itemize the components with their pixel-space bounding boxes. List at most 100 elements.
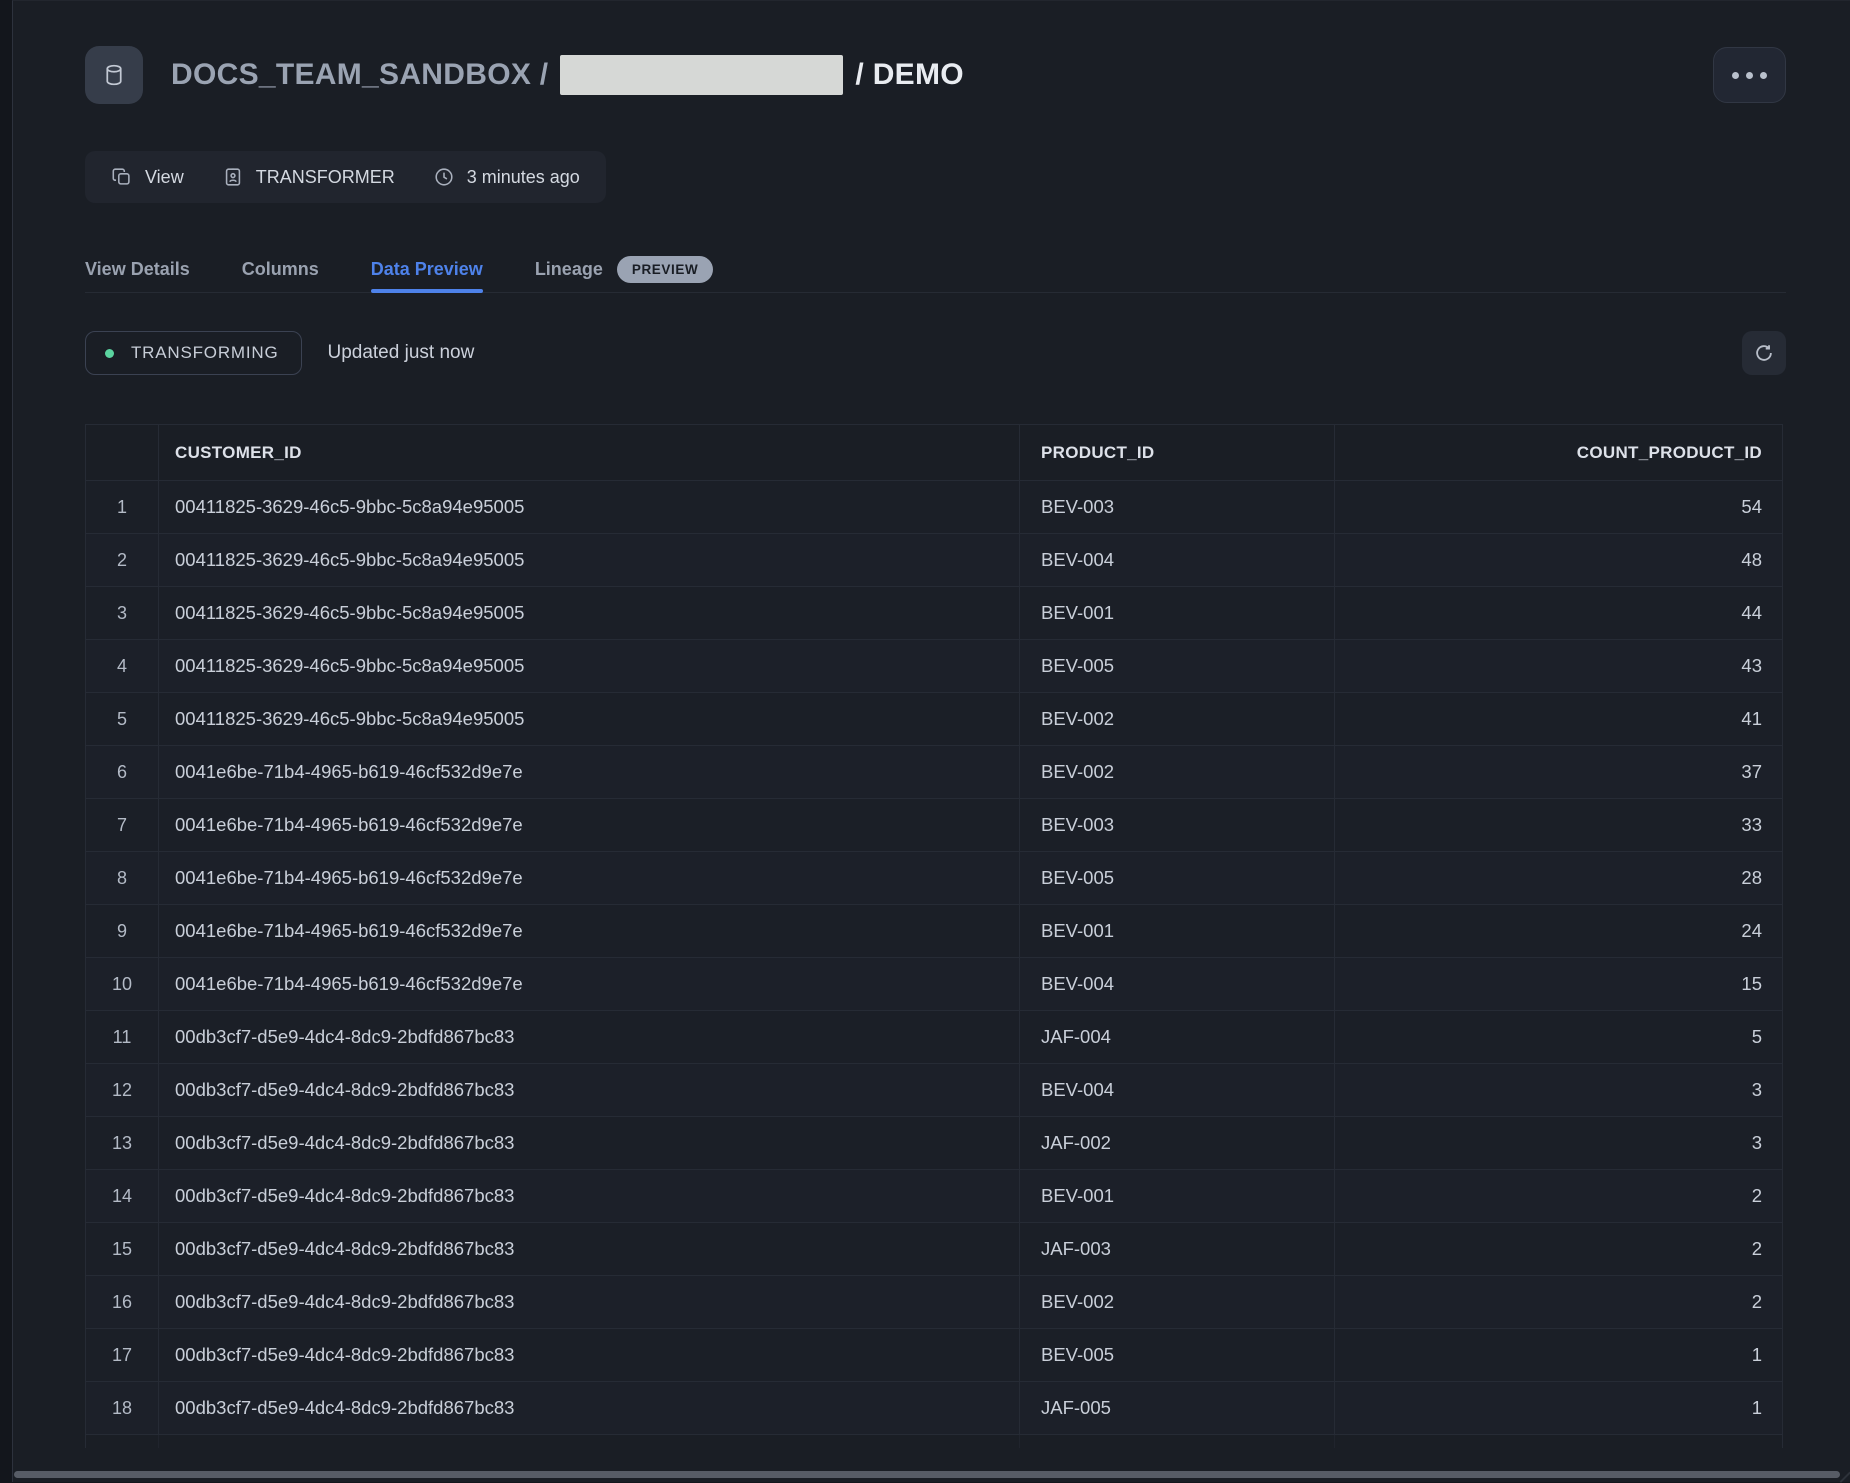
tab-view-details[interactable]: View Details	[85, 247, 190, 292]
horizontal-scrollbar[interactable]	[14, 1471, 1840, 1478]
cell-customer-id: 00411825-3629-46c5-9bbc-5c8a94e95005	[159, 693, 1020, 746]
clock-icon	[433, 166, 455, 188]
cell-customer-id: 00db3cf7-d5e9-4dc4-8dc9-2bdfd867bc83	[159, 1435, 1020, 1448]
table-row: 5 00411825-3629-46c5-9bbc-5c8a94e95005 B…	[86, 693, 1782, 746]
updated-timestamp: Updated just now	[327, 342, 474, 364]
table-row: 12 00db3cf7-d5e9-4dc4-8dc9-2bdfd867bc83 …	[86, 1064, 1782, 1117]
redacted-schema-name	[560, 55, 843, 95]
more-actions-button[interactable]	[1713, 47, 1786, 103]
cell-product-id: BEV-001	[1020, 1170, 1335, 1223]
tab-data-preview[interactable]: Data Preview	[371, 247, 483, 292]
row-number: 3	[86, 587, 159, 640]
row-number: 18	[86, 1382, 159, 1435]
table-row: 10 0041e6be-71b4-4965-b619-46cf532d9e7e …	[86, 958, 1782, 1011]
column-header-count-product-id[interactable]: COUNT_PRODUCT_ID	[1335, 425, 1782, 481]
table-row: 2 00411825-3629-46c5-9bbc-5c8a94e95005 B…	[86, 534, 1782, 587]
table-header-row: CUSTOMER_ID PRODUCT_ID COUNT_PRODUCT_ID	[86, 425, 1782, 481]
cell-count: 41	[1335, 693, 1782, 746]
cell-product-id: BEV-002	[1020, 693, 1335, 746]
object-meta-bar: View TRANSFORMER 3 minutes ago	[85, 151, 606, 203]
cell-product-id: BEV-004	[1020, 534, 1335, 587]
cell-count: 54	[1335, 481, 1782, 534]
tab-label: Lineage	[535, 259, 603, 280]
row-number: 5	[86, 693, 159, 746]
kebab-dot	[1732, 72, 1739, 79]
detail-tabs: View Details Columns Data Preview Lineag…	[85, 247, 1786, 293]
tab-lineage[interactable]: Lineage PREVIEW	[535, 247, 714, 292]
table-row: 9 0041e6be-71b4-4965-b619-46cf532d9e7e B…	[86, 905, 1782, 958]
cell-product-id: JAF-005	[1020, 1382, 1335, 1435]
cell-customer-id: 00411825-3629-46c5-9bbc-5c8a94e95005	[159, 587, 1020, 640]
owner-role-badge: TRANSFORMER	[222, 166, 395, 188]
cell-customer-id: 00411825-3629-46c5-9bbc-5c8a94e95005	[159, 640, 1020, 693]
column-header-product-id[interactable]: PRODUCT_ID	[1020, 425, 1335, 481]
column-header-customer-id[interactable]: CUSTOMER_ID	[159, 425, 1020, 481]
last-updated-label: 3 minutes ago	[467, 167, 580, 188]
table-row: 1 00411825-3629-46c5-9bbc-5c8a94e95005 B…	[86, 481, 1782, 534]
cell-count: 2	[1335, 1276, 1782, 1329]
row-number-header	[86, 425, 159, 481]
cell-customer-id: 00db3cf7-d5e9-4dc4-8dc9-2bdfd867bc83	[159, 1064, 1020, 1117]
cell-product-id: BEV-003	[1020, 481, 1335, 534]
cell-product-id: BEV-005	[1020, 1329, 1335, 1382]
cell-count: 24	[1335, 905, 1782, 958]
table-row: 11 00db3cf7-d5e9-4dc4-8dc9-2bdfd867bc83 …	[86, 1011, 1782, 1064]
row-number: 16	[86, 1276, 159, 1329]
row-number: 7	[86, 799, 159, 852]
row-number: 8	[86, 852, 159, 905]
object-type-badge: View	[111, 166, 184, 188]
table-row-partial: 00db3cf7-d5e9-4dc4-8dc9-2bdfd867bc83	[86, 1435, 1782, 1448]
page-header: DOCS_TEAM_SANDBOX / / DEMO	[85, 46, 1786, 104]
cell-customer-id: 00db3cf7-d5e9-4dc4-8dc9-2bdfd867bc83	[159, 1117, 1020, 1170]
cell-customer-id: 0041e6be-71b4-4965-b619-46cf532d9e7e	[159, 905, 1020, 958]
row-number: 11	[86, 1011, 159, 1064]
cell-customer-id: 00db3cf7-d5e9-4dc4-8dc9-2bdfd867bc83	[159, 1382, 1020, 1435]
table-row: 6 0041e6be-71b4-4965-b619-46cf532d9e7e B…	[86, 746, 1782, 799]
cell-count: 3	[1335, 1117, 1782, 1170]
role-badge-icon	[222, 166, 244, 188]
cell-product-id: BEV-004	[1020, 958, 1335, 1011]
database-object-icon-box	[85, 46, 143, 104]
cell-product-id	[1020, 1435, 1335, 1448]
table-row: 15 00db3cf7-d5e9-4dc4-8dc9-2bdfd867bc83 …	[86, 1223, 1782, 1276]
last-updated-badge: 3 minutes ago	[433, 166, 580, 188]
row-number: 6	[86, 746, 159, 799]
row-number: 10	[86, 958, 159, 1011]
row-number: 17	[86, 1329, 159, 1382]
cell-count: 2	[1335, 1223, 1782, 1276]
cell-product-id: JAF-002	[1020, 1117, 1335, 1170]
cell-customer-id: 0041e6be-71b4-4965-b619-46cf532d9e7e	[159, 852, 1020, 905]
cell-product-id: BEV-001	[1020, 587, 1335, 640]
table-body: 1 00411825-3629-46c5-9bbc-5c8a94e95005 B…	[86, 481, 1782, 1435]
cell-product-id: BEV-002	[1020, 1276, 1335, 1329]
tab-label: View Details	[85, 259, 190, 280]
tab-columns[interactable]: Columns	[242, 247, 319, 292]
preview-status-row: TRANSFORMING Updated just now	[85, 331, 1786, 375]
cell-count: 2	[1335, 1170, 1782, 1223]
cell-count: 1	[1335, 1329, 1782, 1382]
kebab-dot	[1746, 72, 1753, 79]
cell-count: 3	[1335, 1064, 1782, 1117]
transforming-status-badge: TRANSFORMING	[85, 331, 302, 375]
table-row: 3 00411825-3629-46c5-9bbc-5c8a94e95005 B…	[86, 587, 1782, 640]
table-row: 4 00411825-3629-46c5-9bbc-5c8a94e95005 B…	[86, 640, 1782, 693]
view-layers-icon	[111, 166, 133, 188]
cell-count	[1335, 1435, 1782, 1448]
tab-label: Columns	[242, 259, 319, 280]
table-row: 17 00db3cf7-d5e9-4dc4-8dc9-2bdfd867bc83 …	[86, 1329, 1782, 1382]
cell-product-id: JAF-003	[1020, 1223, 1335, 1276]
cell-product-id: BEV-004	[1020, 1064, 1335, 1117]
cell-count: 44	[1335, 587, 1782, 640]
row-number	[86, 1435, 159, 1448]
cell-customer-id: 00411825-3629-46c5-9bbc-5c8a94e95005	[159, 534, 1020, 587]
refresh-button[interactable]	[1742, 331, 1786, 375]
preview-feature-badge: PREVIEW	[617, 256, 713, 284]
cell-customer-id: 00db3cf7-d5e9-4dc4-8dc9-2bdfd867bc83	[159, 1170, 1020, 1223]
tab-label: Data Preview	[371, 259, 483, 280]
row-number: 13	[86, 1117, 159, 1170]
row-number: 2	[86, 534, 159, 587]
cell-count: 43	[1335, 640, 1782, 693]
table-row: 13 00db3cf7-d5e9-4dc4-8dc9-2bdfd867bc83 …	[86, 1117, 1782, 1170]
owner-role-label: TRANSFORMER	[256, 167, 395, 188]
cell-count: 5	[1335, 1011, 1782, 1064]
